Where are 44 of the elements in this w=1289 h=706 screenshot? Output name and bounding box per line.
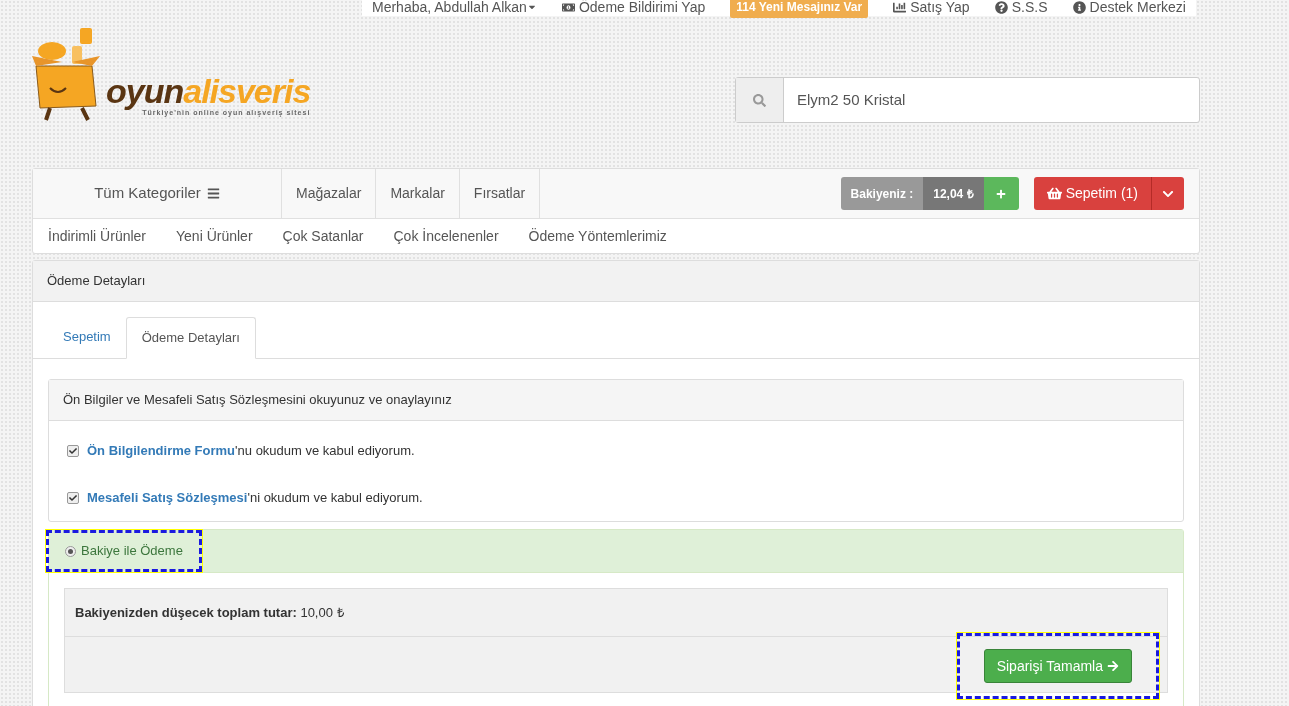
radio-button[interactable]: [65, 545, 76, 557]
total-text: Bakiyenizden düşecek toplam tutar: 10,00 ₺: [75, 603, 344, 622]
add-balance-button[interactable]: [983, 177, 1019, 210]
menu-icon: [206, 187, 220, 200]
basket-icon: [1046, 186, 1062, 201]
subnav-link[interactable]: Ödeme Yöntemlerimiz: [528, 225, 667, 247]
link-icon: [994, 0, 1008, 14]
arrow-right-icon: [1107, 660, 1119, 672]
agreement-text: Ön Bilgilendirme Formu'nu okudum ve kabul ediyorum.: [87, 441, 415, 460]
nav-link[interactable]: Mağazalar: [282, 169, 377, 218]
top-link[interactable]: Ödeme Bildirimi Yap: [561, 0, 706, 18]
panel-title: Ödeme Detayları: [47, 272, 146, 291]
cart-dropdown-button[interactable]: [1152, 177, 1184, 210]
nav-link[interactable]: Markalar: [376, 169, 460, 218]
subnav-link[interactable]: Çok İncelenenler: [393, 225, 499, 247]
plus-icon: [996, 188, 1007, 199]
agreement-link[interactable]: Mesafeli Satış Sözleşmesi: [87, 489, 248, 505]
link-icon: [893, 0, 907, 14]
tab[interactable]: Sepetim: [48, 316, 126, 358]
subnav-link[interactable]: Yeni Ürünler: [176, 225, 253, 247]
checkbox[interactable]: [67, 444, 79, 457]
user-menu[interactable]: Merhaba, Abdullah Alkan: [372, 0, 537, 18]
payment-option-label: Bakiye ile Ödeme: [81, 542, 183, 561]
logo-text: alisveris: [183, 73, 311, 108]
top-link[interactable]: S.S.S: [994, 0, 1048, 18]
agreement-title: Ön Bilgiler ve Mesafeli Satış Sözleşmesini okuyunuz ve onaylayınız: [63, 391, 452, 410]
tab[interactable]: Ödeme Detayları: [125, 317, 256, 359]
subnav-link[interactable]: İndirimli Ürünler: [48, 225, 147, 247]
cart-button[interactable]: Sepetim (1): [1033, 177, 1152, 210]
nav-link[interactable]: Fırsatlar: [459, 169, 541, 218]
checkbox[interactable]: [67, 491, 79, 504]
logo-text: oyun: [106, 73, 184, 108]
balance-label: Bakiyeniz :: [840, 177, 924, 210]
agreement-text: Mesafeli Satış Sözleşmesi'ni okudum ve kabul ediyorum.: [87, 488, 423, 507]
check-icon: [69, 493, 77, 502]
top-link[interactable]: Satış Yap: [893, 0, 970, 18]
categories-menu[interactable]: Tüm Kategoriler: [33, 169, 282, 218]
subnav-link[interactable]: Çok Satanlar: [282, 225, 364, 247]
link-icon: [1072, 0, 1086, 14]
check-icon: [69, 446, 77, 455]
search-icon: [753, 93, 766, 107]
agreement-link[interactable]: Ön Bilgilendirme Formu: [87, 442, 236, 458]
top-link[interactable]: Destek Merkezi: [1072, 0, 1186, 18]
balance-amount: 12,04 ₺: [923, 177, 984, 210]
